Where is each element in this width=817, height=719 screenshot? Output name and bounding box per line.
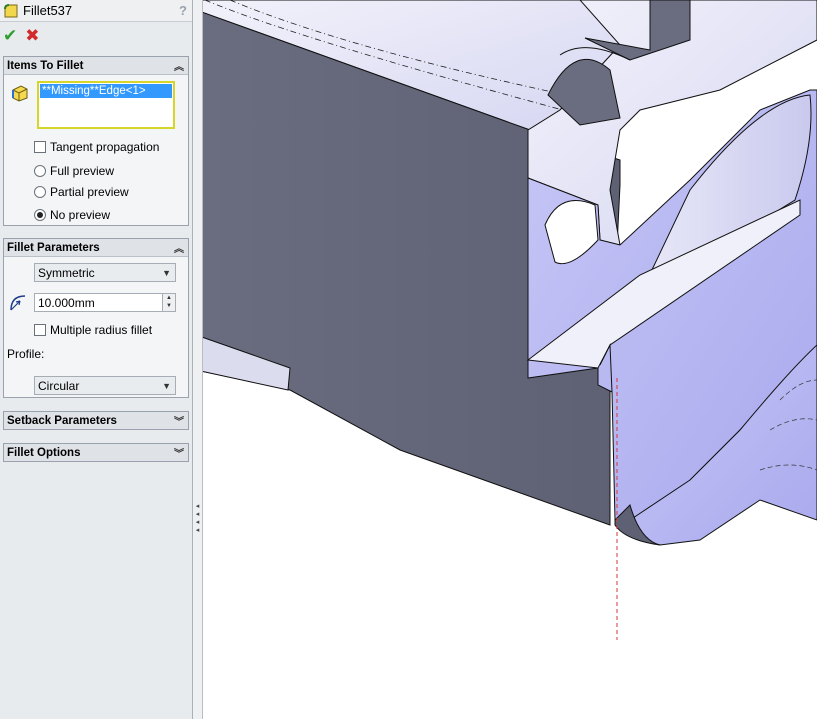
radius-icon xyxy=(10,295,26,311)
property-manager-titlebar: Fillet537 ? xyxy=(0,0,192,22)
help-icon[interactable]: ? xyxy=(179,3,187,18)
fillet-options-header[interactable]: Fillet Options ︾ xyxy=(4,444,188,461)
fillet-options-group[interactable]: Fillet Options ︾ xyxy=(3,443,189,462)
items-to-fillet-title: Items To Fillet xyxy=(7,59,84,72)
setback-parameters-header[interactable]: Setback Parameters ︾ xyxy=(4,412,188,429)
feature-title: Fillet537 xyxy=(23,3,73,18)
graphics-area[interactable] xyxy=(203,0,817,719)
ok-cancel-bar: ✔ ✖ xyxy=(0,22,192,48)
edge-selection-icon xyxy=(12,85,28,102)
setback-parameters-group[interactable]: Setback Parameters ︾ xyxy=(3,411,189,430)
no-preview-radio[interactable] xyxy=(34,209,46,221)
full-preview-label: Full preview xyxy=(50,164,115,178)
profile-dropdown[interactable]: Circular ▼ xyxy=(34,376,176,395)
items-selection-box[interactable]: **Missing**Edge<1> xyxy=(37,81,175,129)
partial-preview-radio[interactable] xyxy=(34,186,46,198)
collapse-chevron-icon[interactable]: ︽ xyxy=(174,240,184,255)
multiple-radius-checkbox[interactable] xyxy=(34,324,46,336)
fillet-parameters-title: Fillet Parameters xyxy=(7,241,100,254)
profile-label: Profile: xyxy=(7,347,45,361)
items-to-fillet-header[interactable]: Items To Fillet ︽ xyxy=(4,57,188,75)
items-to-fillet-group: Items To Fillet ︽ **Missing**Edge<1> Tan… xyxy=(3,56,189,226)
fillet-parameters-group: Fillet Parameters ︽ Symmetric ▼ 10.000mm… xyxy=(3,238,189,398)
partial-preview-label: Partial preview xyxy=(50,185,129,199)
panel-splitter[interactable]: ◂ ◂ ◂ ◂ xyxy=(193,0,203,719)
multiple-radius-row[interactable]: Multiple radius fillet xyxy=(34,323,152,337)
expand-chevron-icon[interactable]: ︾ xyxy=(174,445,184,460)
spin-arrows-icon[interactable]: ▲ ▼ xyxy=(162,294,175,311)
dropdown-arrow-icon: ▼ xyxy=(162,267,171,278)
property-manager-panel: Fillet537 ? ✔ ✖ Items To Fillet ︽ **Miss… xyxy=(0,0,193,719)
cancel-x-icon[interactable]: ✖ xyxy=(25,27,39,44)
fillet-type-dropdown[interactable]: Symmetric ▼ xyxy=(34,263,176,282)
fillet-parameters-header[interactable]: Fillet Parameters ︽ xyxy=(4,239,188,257)
radius-value: 10.000mm xyxy=(38,295,95,310)
profile-value: Circular xyxy=(38,378,80,393)
full-preview-row[interactable]: Full preview xyxy=(34,164,114,178)
fillet-feature-icon xyxy=(4,3,18,17)
ok-check-icon[interactable]: ✔ xyxy=(3,27,17,44)
fillet-options-title: Fillet Options xyxy=(7,446,81,459)
tangent-propagation-label: Tangent propagation xyxy=(50,140,160,154)
no-preview-label: No preview xyxy=(50,208,111,222)
expand-chevron-icon[interactable]: ︾ xyxy=(174,413,184,428)
tangent-propagation-checkbox[interactable] xyxy=(34,141,46,153)
fillet-type-value: Symmetric xyxy=(38,265,95,280)
setback-parameters-title: Setback Parameters xyxy=(7,414,117,427)
selected-edge-item[interactable]: **Missing**Edge<1> xyxy=(40,84,172,98)
full-preview-radio[interactable] xyxy=(34,165,46,177)
collapse-chevron-icon[interactable]: ︽ xyxy=(174,58,184,73)
partial-preview-row[interactable]: Partial preview xyxy=(34,185,129,199)
tangent-propagation-row[interactable]: Tangent propagation xyxy=(34,140,159,154)
panel-collapse-grip-icon[interactable]: ◂ ◂ ◂ ◂ xyxy=(195,503,200,537)
multiple-radius-label: Multiple radius fillet xyxy=(50,323,153,337)
dropdown-arrow-icon: ▼ xyxy=(162,380,171,391)
radius-input[interactable]: 10.000mm ▲ ▼ xyxy=(34,293,176,312)
no-preview-row[interactable]: No preview xyxy=(34,208,110,222)
cad-model-view[interactable] xyxy=(203,0,817,719)
